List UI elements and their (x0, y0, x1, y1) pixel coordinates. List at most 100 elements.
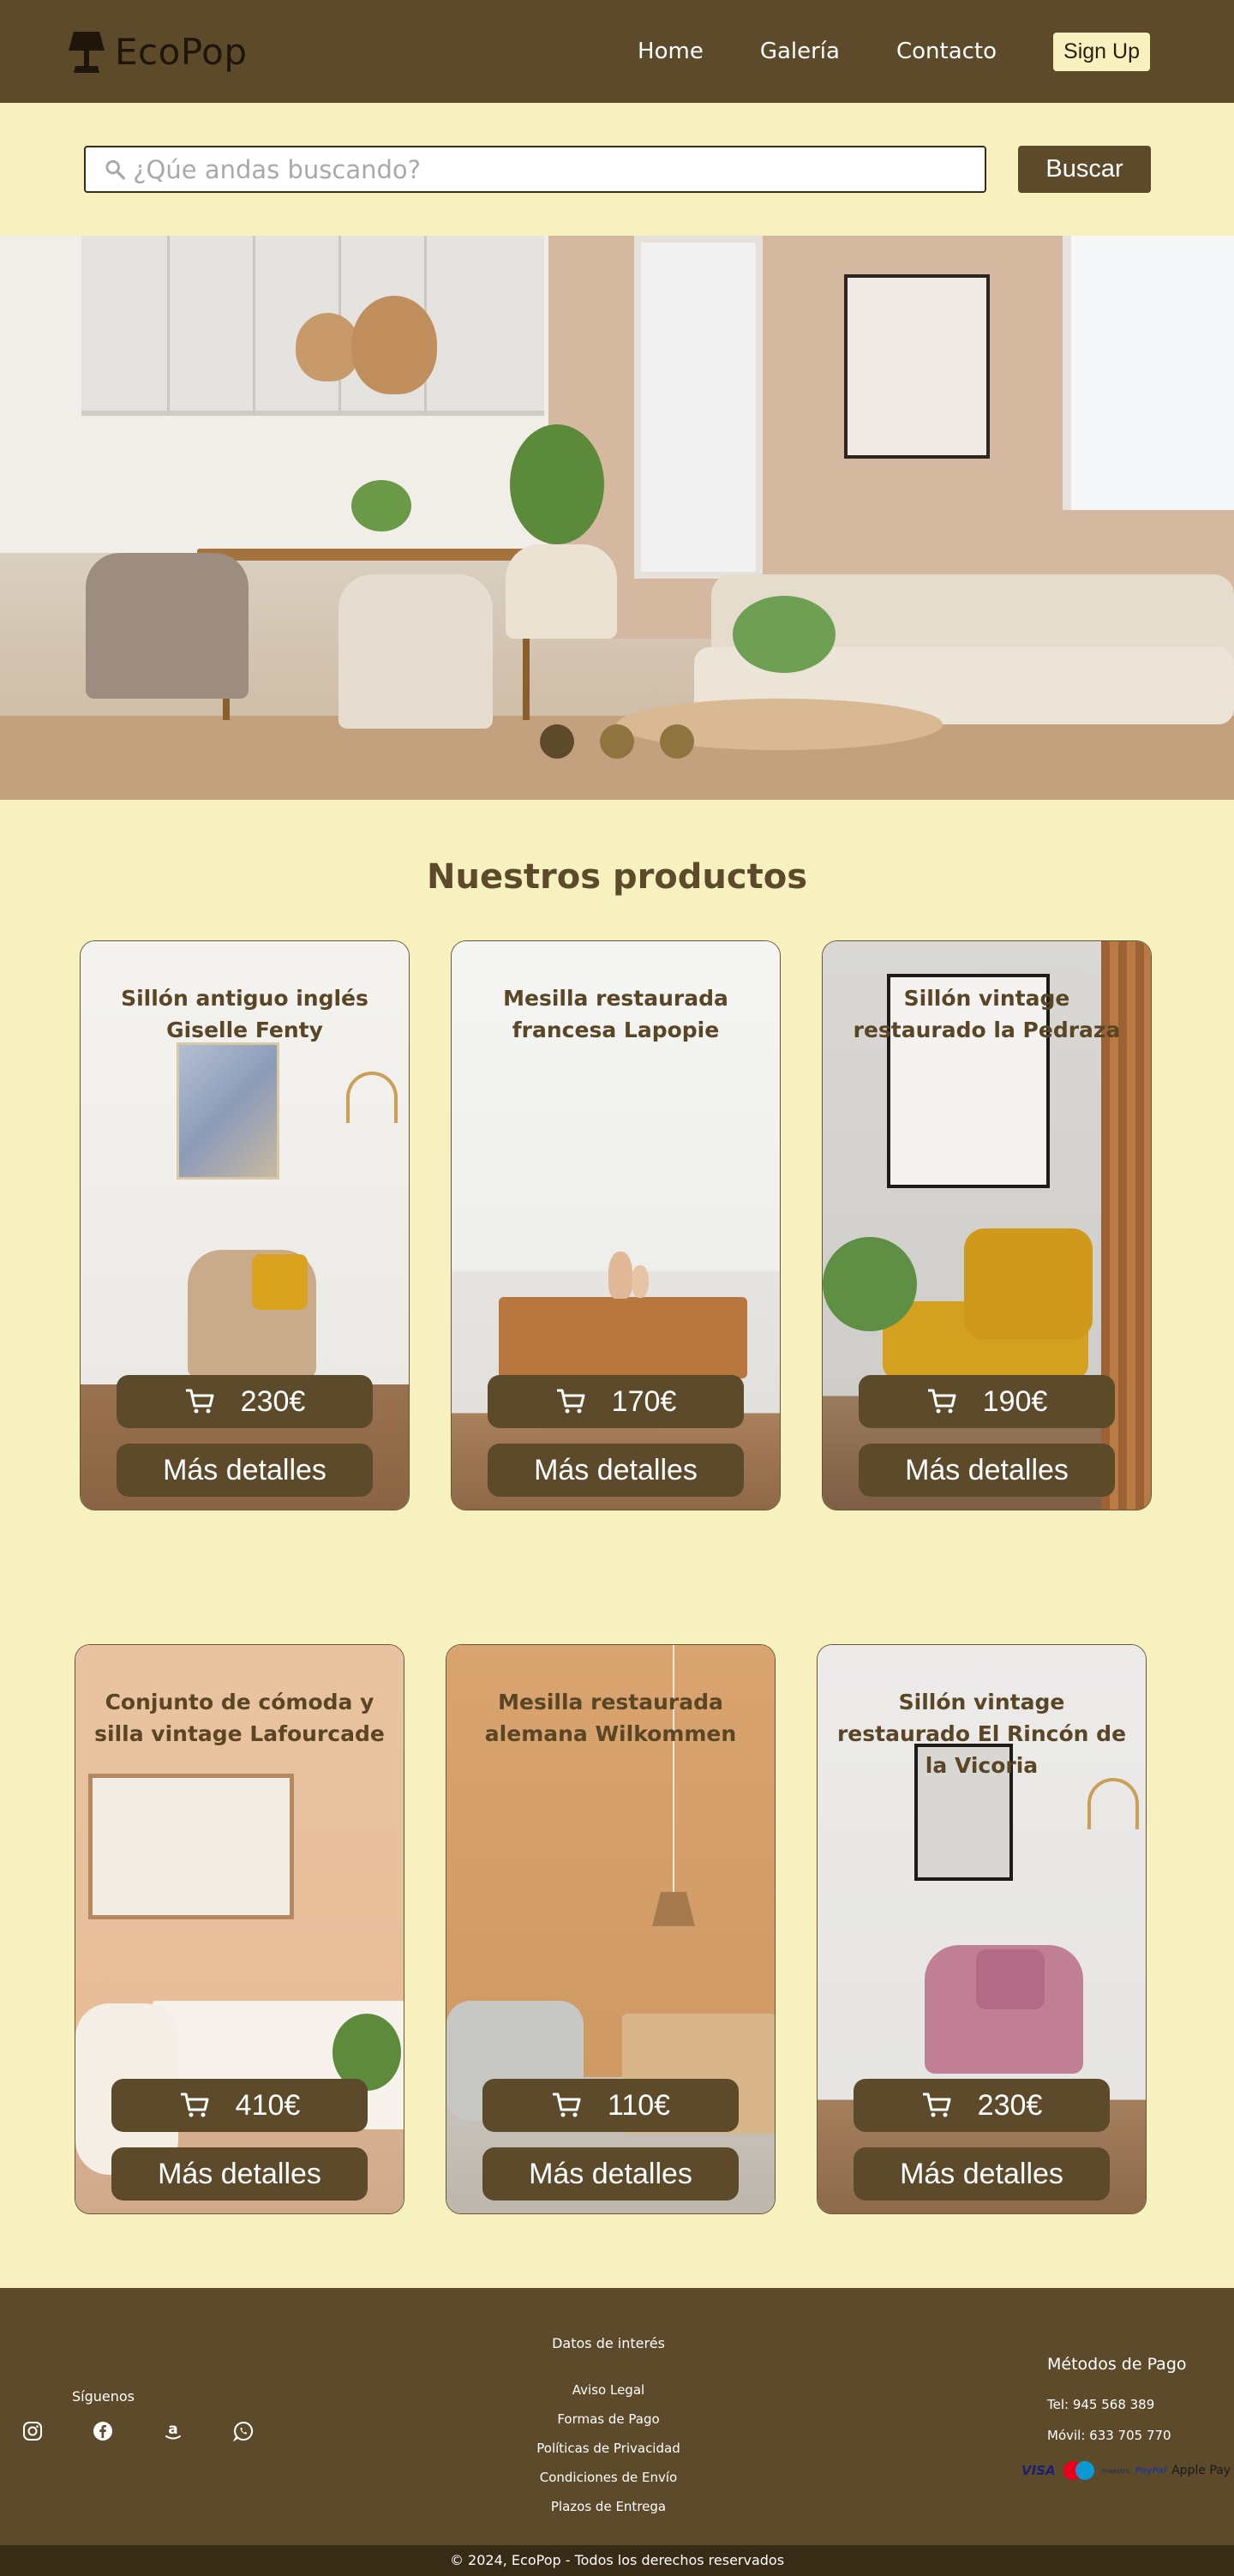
mobile-number: Móvil: 633 705 770 (1047, 2428, 1171, 2443)
info-heading: Datos de interés (552, 2335, 665, 2351)
link-privacidad[interactable]: Políticas de Privacidad (463, 2434, 754, 2463)
product-name: Sillón vintage restaurado El Rincón de l… (836, 1690, 1127, 1778)
signup-button[interactable]: Sign Up (1053, 32, 1150, 71)
copyright: © 2024, EcoPop - Todos los derechos rese… (0, 2545, 1234, 2576)
product-price: 230€ (977, 2088, 1043, 2122)
price-button[interactable]: 170€ (488, 1375, 744, 1428)
hero-wall-art (844, 274, 990, 459)
cart-icon (552, 2093, 581, 2117)
maestro-label: maestro (1101, 2466, 1130, 2475)
amazon-icon[interactable]: a (162, 2420, 184, 2442)
link-aviso-legal[interactable]: Aviso Legal (463, 2375, 754, 2405)
product-name: Mesilla restaurada francesa Lapopie (503, 986, 728, 1042)
search-section: Buscar (0, 103, 1234, 236)
hero-pendant-lamp (351, 296, 437, 394)
whatsapp-icon[interactable] (232, 2420, 255, 2442)
product-card[interactable]: Sillón antiguo inglés Giselle Fenty 230€… (80, 940, 410, 1510)
product-cushion (976, 1949, 1045, 2009)
nav-home[interactable]: Home (638, 39, 704, 64)
product-card[interactable]: Conjunto de cómoda y silla vintage Lafou… (75, 1644, 404, 2214)
nav-galeria[interactable]: Galería (760, 39, 840, 64)
apple-pay-label: Apple Pay (1171, 2464, 1231, 2477)
info-links: Datos de interés Aviso Legal Formas de P… (463, 2335, 754, 2521)
details-button[interactable]: Más detalles (482, 2147, 739, 2201)
cart-icon (185, 1389, 214, 1414)
search-button[interactable]: Buscar (1018, 146, 1151, 193)
link-plazos[interactable]: Plazos de Entrega (463, 2492, 754, 2521)
details-button[interactable]: Más detalles (859, 1444, 1115, 1497)
hero-chair (338, 574, 493, 729)
site-footer: Síguenos a Datos de interés Aviso Legal … (0, 2288, 1234, 2545)
hero-dining-table (197, 549, 557, 561)
price-button[interactable]: 230€ (854, 2079, 1110, 2132)
cart-icon (927, 1389, 956, 1414)
product-card[interactable]: Mesilla restaurada alemana Wilkommen 110… (446, 1644, 776, 2214)
price-button[interactable]: 110€ (482, 2079, 739, 2132)
product-card[interactable]: Sillón vintage restaurado la Pedraza 190… (822, 940, 1152, 1510)
link-envio[interactable]: Condiciones de Envío (463, 2463, 754, 2492)
details-button[interactable]: Más detalles (111, 2147, 368, 2201)
link-formas-pago[interactable]: Formas de Pago (463, 2405, 754, 2434)
nav-contacto[interactable]: Contacto (896, 39, 997, 64)
search-field[interactable] (84, 146, 986, 193)
details-button[interactable]: Más detalles (854, 2147, 1110, 2201)
hero-window (1063, 236, 1234, 510)
lamp-icon (69, 32, 105, 73)
hero-plant (733, 596, 836, 673)
visa-logo: VISA (1021, 2463, 1056, 2478)
carousel-dot-1[interactable] (540, 724, 574, 759)
svg-text:a: a (168, 2421, 177, 2438)
product-card[interactable]: Sillón vintage restaurado El Rincón de l… (817, 1644, 1147, 2214)
details-button[interactable]: Más detalles (488, 1444, 744, 1497)
product-plant (823, 1237, 917, 1331)
search-input[interactable] (133, 154, 985, 184)
hero-pendant-lamp (296, 313, 360, 381)
hero-plant (510, 424, 604, 544)
product-floor-lamp (346, 1072, 398, 1123)
product-name: Mesilla restaurada alemana Wilkommen (484, 1690, 737, 1746)
product-wall-art (88, 1774, 294, 1919)
price-button[interactable]: 410€ (111, 2079, 368, 2132)
brand-name: EcoPop (115, 30, 248, 73)
phone-number: Tel: 945 568 389 (1047, 2397, 1155, 2412)
follow-label: Síguenos (72, 2388, 135, 2405)
product-price: 410€ (235, 2088, 301, 2122)
hero-carousel[interactable] (0, 236, 1234, 800)
product-cushion (252, 1254, 308, 1310)
cart-icon (556, 1389, 585, 1414)
product-vase (608, 1252, 632, 1299)
hero-chair (86, 553, 249, 699)
hero-chair (506, 544, 617, 639)
product-floor-lamp (1087, 1778, 1139, 1829)
product-row: Sillón antiguo inglés Giselle Fenty 230€… (0, 940, 1234, 1510)
hero-door-window (634, 236, 763, 579)
payment-info: Métodos de Pago Tel: 945 568 389 Móvil: … (1021, 2355, 1231, 2482)
instagram-icon[interactable] (21, 2420, 44, 2442)
paypal-label: PayPal (1135, 2465, 1167, 2476)
product-wall-art (177, 1042, 279, 1180)
maestro-logo (1063, 2461, 1094, 2480)
carousel-dot-3[interactable] (660, 724, 694, 759)
payment-logos: VISA maestro PayPal Apple Pay (1021, 2459, 1231, 2482)
product-price: 230€ (240, 1384, 306, 1418)
details-button[interactable]: Más detalles (117, 1444, 373, 1497)
carousel-indicators (0, 724, 1234, 759)
product-name: Sillón vintage restaurado la Pedraza (853, 986, 1121, 1042)
main-nav: Home Galería Contacto Sign Up (638, 32, 1150, 71)
price-button[interactable]: 190€ (859, 1375, 1115, 1428)
product-cushion (964, 1228, 1093, 1340)
cart-icon (180, 2093, 209, 2117)
product-pendant-lamp (673, 1645, 674, 1894)
product-row: Conjunto de cómoda y silla vintage Lafou… (0, 1644, 1234, 2214)
payment-heading: Métodos de Pago (1047, 2355, 1187, 2374)
brand-logo[interactable]: EcoPop (65, 28, 248, 75)
carousel-dot-2[interactable] (600, 724, 634, 759)
product-vase (632, 1265, 649, 1298)
product-price: 110€ (607, 2088, 671, 2122)
product-card[interactable]: Mesilla restaurada francesa Lapopie 170€… (451, 940, 781, 1510)
product-price: 170€ (611, 1384, 677, 1418)
facebook-icon[interactable] (92, 2420, 114, 2442)
search-icon (105, 159, 125, 179)
price-button[interactable]: 230€ (117, 1375, 373, 1428)
product-name: Sillón antiguo inglés Giselle Fenty (121, 986, 368, 1042)
